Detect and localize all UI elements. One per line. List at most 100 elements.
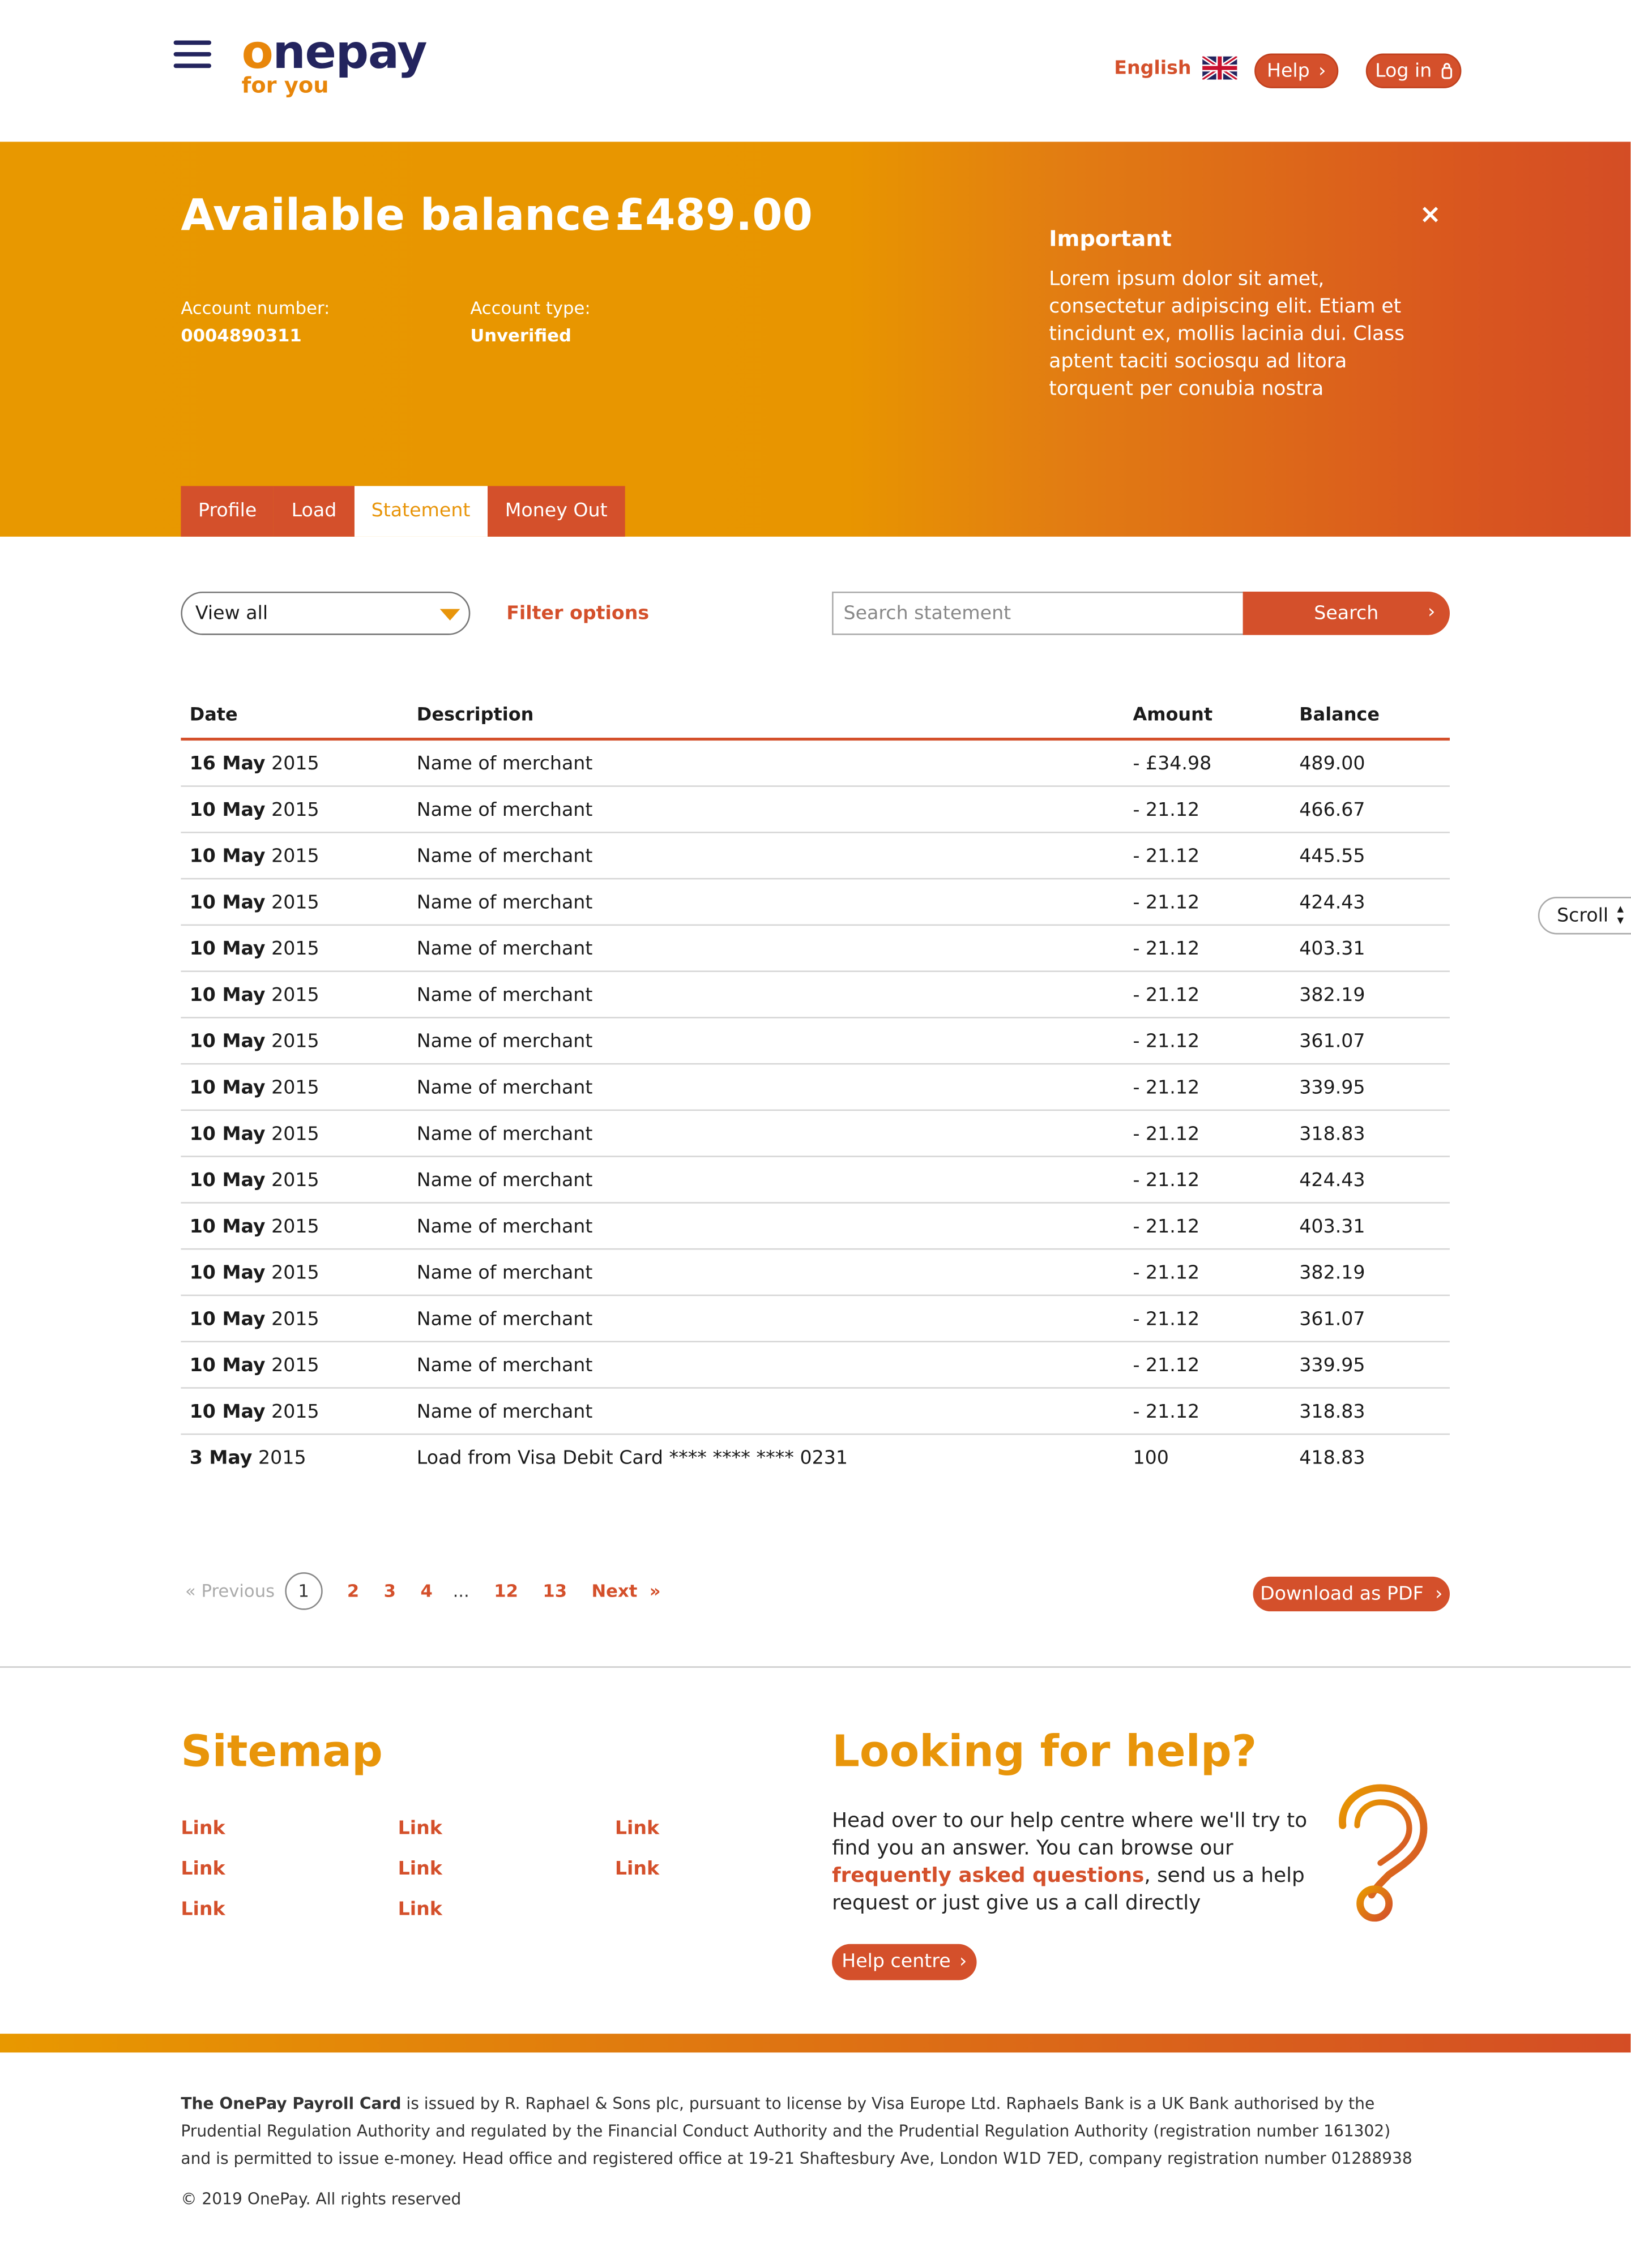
header-description: Description (416, 703, 534, 725)
row-date-year: 2015 (271, 1216, 319, 1238)
row-description: Name of merchant (416, 1170, 593, 1192)
table-row: 10 May 2015 Name of merchant - 21.12 424.43 (181, 879, 1450, 926)
row-balance: 445.55 (1299, 846, 1365, 868)
row-amount: - 21.12 (1133, 1309, 1200, 1331)
chevron-right-icon: › (1318, 60, 1326, 82)
table-row: 10 May 2015 Name of merchant - 21.12 361.07 (181, 1296, 1450, 1342)
sitemap-link[interactable]: Link (398, 1859, 442, 1880)
row-date-day: 10 May (189, 1355, 266, 1377)
row-date-year: 2015 (271, 1263, 319, 1285)
filter-options-link[interactable]: Filter options (506, 603, 649, 624)
next-page-link[interactable]: Next » (591, 1581, 660, 1602)
search-button[interactable]: Search › (1243, 591, 1450, 635)
row-description: Name of merchant (416, 799, 593, 822)
row-description: Name of merchant (416, 892, 593, 914)
row-date-day: 10 May (189, 799, 266, 822)
row-date-year: 2015 (271, 1170, 319, 1192)
table-row: 10 May 2015 Name of merchant - 21.12 318.83 (181, 1389, 1450, 1435)
sitemap-link[interactable]: Link (398, 1818, 442, 1840)
header-balance: Balance (1299, 703, 1380, 725)
row-balance: 318.83 (1299, 1124, 1365, 1146)
pagination: « Previous 1 2 3 4 ... 12 13 Next » (181, 1572, 661, 1610)
row-description: Load from Visa Debit Card **** **** ****… (416, 1448, 848, 1470)
row-date-year: 2015 (271, 1309, 319, 1331)
row-date-year: 2015 (258, 1448, 306, 1470)
row-description: Name of merchant (416, 1309, 593, 1331)
help-section-title: Looking for help? (832, 1727, 1257, 1778)
row-balance: 318.83 (1299, 1401, 1365, 1424)
uk-flag-icon (1203, 56, 1238, 80)
page-link[interactable]: 2 (347, 1581, 359, 1602)
table-row: 10 May 2015 Name of merchant - 21.12 466.67 (181, 787, 1450, 833)
row-description: Name of merchant (416, 1401, 593, 1424)
row-balance: 382.19 (1299, 1263, 1365, 1285)
tab-statement[interactable]: Statement (353, 486, 488, 537)
login-button[interactable]: Log in (1365, 53, 1462, 88)
help-centre-button[interactable]: Help centre › (832, 1944, 977, 1980)
tab-profile[interactable]: Profile (181, 486, 274, 537)
tab-load[interactable]: Load (274, 486, 354, 537)
row-date: 16 May 2015 (190, 754, 319, 775)
scroll-indicator[interactable]: Scroll ▴ ▾ (1538, 897, 1631, 935)
view-select-value: View all (195, 602, 268, 624)
page-link[interactable]: 3 (384, 1581, 396, 1602)
row-date-day: 10 May (189, 1309, 266, 1331)
sitemap-link[interactable]: Link (181, 1818, 225, 1840)
logo[interactable]: onepay for you (242, 26, 428, 99)
help-button[interactable]: Help › (1254, 53, 1339, 88)
search-input[interactable] (832, 591, 1245, 635)
table-row: 10 May 2015 Name of merchant - 21.12 318.83 (181, 1111, 1450, 1157)
row-balance: 418.83 (1299, 1448, 1365, 1470)
sitemap-link[interactable]: Link (615, 1859, 659, 1880)
sitemap-link[interactable]: Link (181, 1899, 225, 1921)
copyright: © 2019 OnePay. All rights reserved (181, 2190, 462, 2209)
language-selector[interactable]: English (1114, 56, 1238, 80)
row-description: Name of merchant (416, 985, 593, 1007)
row-date-day: 10 May (189, 892, 266, 914)
sitemap-link[interactable]: Link (398, 1899, 442, 1921)
row-description: Name of merchant (416, 1355, 593, 1377)
header-amount: Amount (1133, 703, 1213, 725)
row-balance: 361.07 (1299, 1031, 1365, 1053)
footer-gradient-strip (0, 2034, 1631, 2053)
page-link[interactable]: 12 (494, 1581, 518, 1602)
faq-link[interactable]: frequently asked questions (832, 1864, 1144, 1888)
row-description: Name of merchant (416, 1216, 593, 1238)
tab-money-out[interactable]: Money Out (488, 486, 625, 537)
balance-hero: Available balance £489.00 Account number… (0, 142, 1631, 537)
row-date-year: 2015 (271, 985, 319, 1007)
previous-label: Previous (201, 1581, 275, 1602)
row-date-day: 10 May (189, 1263, 266, 1285)
page-link[interactable]: 4 (420, 1581, 432, 1602)
table-row: 10 May 2015 Name of merchant - 21.12 361.07 (181, 1019, 1450, 1065)
row-amount: - 21.12 (1133, 1401, 1200, 1424)
menu-icon[interactable] (173, 40, 212, 70)
row-date-year: 2015 (271, 939, 319, 961)
row-date-day: 3 May (189, 1448, 253, 1470)
row-description: Name of merchant (416, 1263, 593, 1285)
row-amount: - 21.12 (1133, 939, 1200, 961)
page-link[interactable]: 13 (543, 1581, 567, 1602)
row-date-day: 10 May (189, 1401, 266, 1424)
row-date-year: 2015 (271, 1401, 319, 1424)
row-description: Name of merchant (416, 1031, 593, 1053)
important-notice-body: Lorem ipsum dolor sit amet, consectetur … (1049, 267, 1405, 401)
row-balance: 382.19 (1299, 985, 1365, 1007)
chevron-right-icon: › (1435, 1583, 1443, 1605)
table-row: 3 May 2015 Load from Visa Debit Card ****… (181, 1435, 1450, 1479)
row-date: 10 May 2015 (190, 1263, 319, 1284)
row-balance: 339.95 (1299, 1355, 1365, 1377)
row-date-year: 2015 (271, 754, 319, 776)
table-row: 16 May 2015 Name of merchant - £34.98 489.0… (181, 741, 1450, 787)
row-balance: 424.43 (1299, 1170, 1365, 1192)
close-icon[interactable]: × (1419, 200, 1441, 230)
header-date: Date (189, 703, 238, 725)
download-pdf-button[interactable]: Download as PDF › (1253, 1576, 1450, 1612)
table-header: Date Description Amount Balance (181, 691, 1450, 741)
view-select[interactable]: View all (181, 591, 471, 635)
footer-divider (0, 1666, 1631, 1668)
row-date-year: 2015 (271, 846, 319, 868)
sitemap-link[interactable]: Link (181, 1859, 225, 1880)
sitemap-link[interactable]: Link (615, 1818, 659, 1840)
row-date: 10 May 2015 (190, 892, 319, 914)
